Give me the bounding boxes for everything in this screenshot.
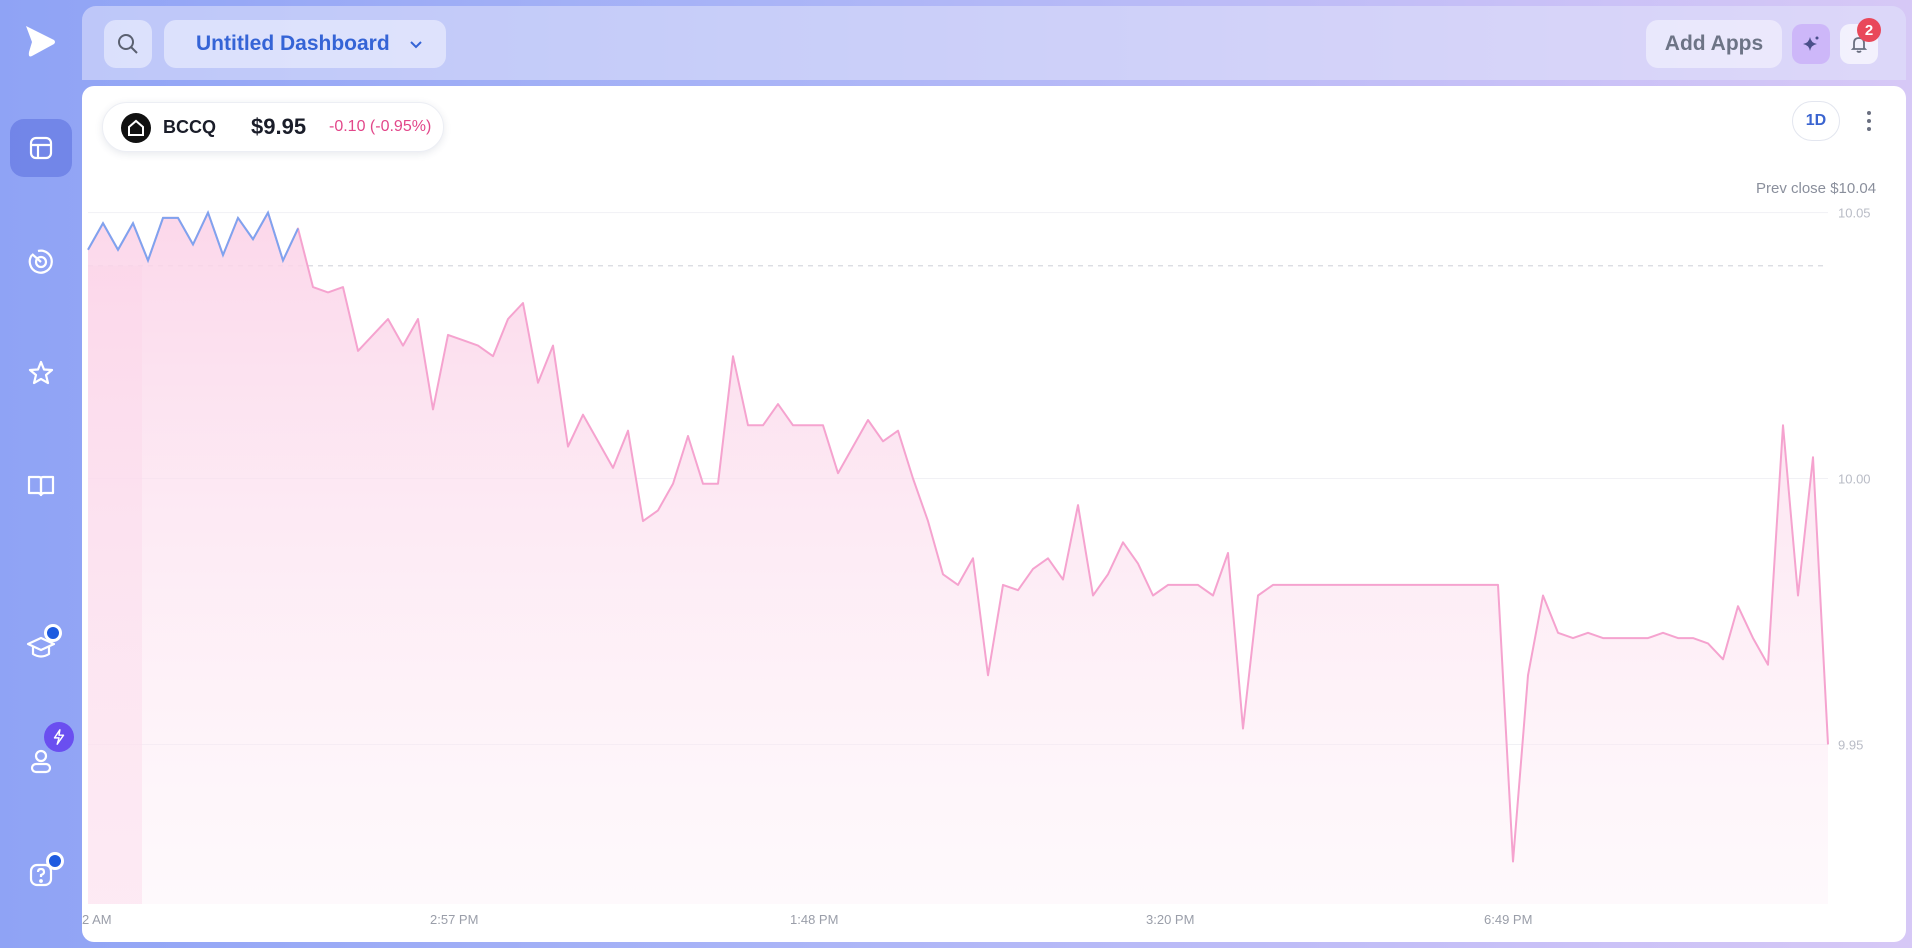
education-notification-dot [44, 624, 62, 642]
y-tick-label: 10.05 [1838, 206, 1871, 221]
book-icon [27, 475, 55, 497]
sidebar-item-learn[interactable] [10, 456, 72, 514]
add-apps-button[interactable]: Add Apps [1646, 20, 1782, 68]
search-button[interactable] [104, 20, 152, 68]
top-bar: Untitled Dashboard Add Apps 2 [82, 6, 1906, 80]
x-tick-label: 2:57 PM [430, 912, 478, 927]
sparkle-icon [1803, 36, 1819, 51]
radar-icon [28, 249, 53, 274]
x-tick-label: 3:20 PM [1146, 912, 1194, 927]
sidebar [0, 0, 82, 948]
sidebar-item-radar[interactable] [10, 232, 72, 290]
price-chart[interactable]: 10.05 10.00 9.95 2 AM 2:57 PM 1:48 PM 3:20 PM 6… [82, 86, 1906, 942]
notification-count-badge: 2 [1857, 18, 1881, 42]
stock-chart-card: BCCQ $9.95 -0.10 (-0.95%) 1D Prev close … [82, 86, 1906, 942]
sidebar-item-dashboard[interactable] [10, 119, 72, 177]
y-tick-label: 10.00 [1838, 472, 1871, 487]
bolt-badge-icon [44, 722, 74, 752]
x-tick-label: 1:48 PM [790, 912, 838, 927]
dashboard-title: Untitled Dashboard [196, 32, 390, 55]
y-tick-label: 9.95 [1838, 737, 1863, 752]
ai-assistant-button[interactable] [1792, 24, 1830, 64]
search-icon [118, 34, 138, 54]
help-notification-dot [46, 852, 64, 870]
play-logo-icon[interactable] [22, 24, 58, 60]
star-icon [28, 360, 54, 385]
chevron-down-icon [410, 41, 422, 49]
sidebar-item-education[interactable] [10, 618, 72, 676]
dashboard-icon [29, 136, 53, 160]
sidebar-item-help[interactable] [10, 846, 72, 904]
sidebar-item-watchlist[interactable] [10, 344, 72, 402]
x-tick-label: 6:49 PM [1484, 912, 1532, 927]
dashboard-selector[interactable]: Untitled Dashboard [164, 20, 446, 68]
x-tick-label: 2 AM [82, 912, 112, 927]
